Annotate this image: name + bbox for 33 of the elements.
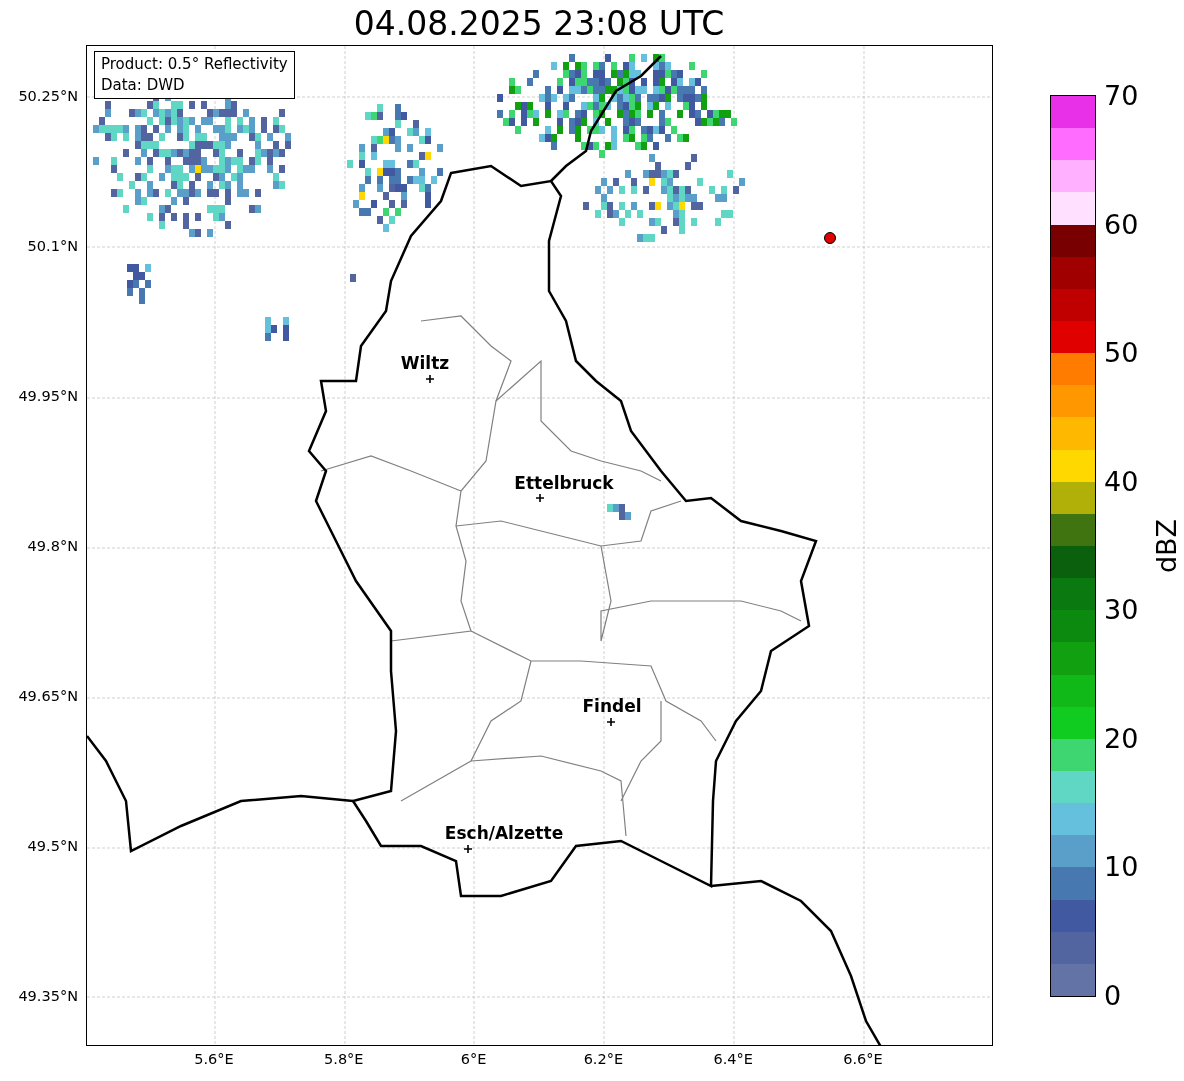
colorbar-tick-label: 20 <box>1104 723 1139 754</box>
city-marker-icon <box>607 718 615 726</box>
longitude-tick-label: 6°E <box>460 1050 487 1068</box>
longitude-tick-label: 6.6°E <box>843 1050 883 1068</box>
city-label: Ettelbruck <box>514 473 614 493</box>
city-marker-icon <box>464 845 472 853</box>
colorbar-tick-label: 10 <box>1104 852 1139 883</box>
latitude-tick-label: 50.25°N <box>18 87 78 105</box>
city-label: Wiltz <box>400 353 450 373</box>
city-marker-icon <box>536 494 544 502</box>
latitude-tick-label: 50.1°N <box>27 237 78 255</box>
info-text: Data: DWD <box>101 75 186 96</box>
longitude-tick-label: 5.6°E <box>194 1050 234 1068</box>
longitude-tick-label: 6.2°E <box>583 1050 624 1068</box>
colorbar-tick-label: 30 <box>1104 595 1139 626</box>
latitude-tick-label: 49.8°N <box>27 537 78 555</box>
latitude-tick-label: 49.35°N <box>18 987 78 1005</box>
city-marker-icon <box>426 375 434 383</box>
colorbar-label: dBZ <box>1152 518 1182 574</box>
latitude-tick-label: 49.65°N <box>18 687 78 705</box>
longitude-tick-label: 5.8°E <box>324 1050 364 1068</box>
colorbar-tick-label: 40 <box>1104 466 1139 497</box>
city-label: Findel <box>582 696 642 716</box>
colorbar-tick-label: 0 <box>1104 981 1122 1011</box>
colorbar-tick-label: 70 <box>1104 81 1139 111</box>
colorbar-tick-label: 50 <box>1104 338 1139 369</box>
colorbar-tick-label: 60 <box>1104 209 1139 240</box>
latitude-tick-label: 49.95°N <box>18 387 78 405</box>
longitude-tick-label: 6.4°E <box>713 1050 753 1068</box>
chart-title: 04.08.2025 23:08 UTC <box>353 3 725 45</box>
latitude-tick-label: 49.5°N <box>27 837 78 855</box>
info-text: Product: 0.5° Reflectivity <box>101 54 288 75</box>
city-label: Esch/Alzette <box>444 823 564 843</box>
